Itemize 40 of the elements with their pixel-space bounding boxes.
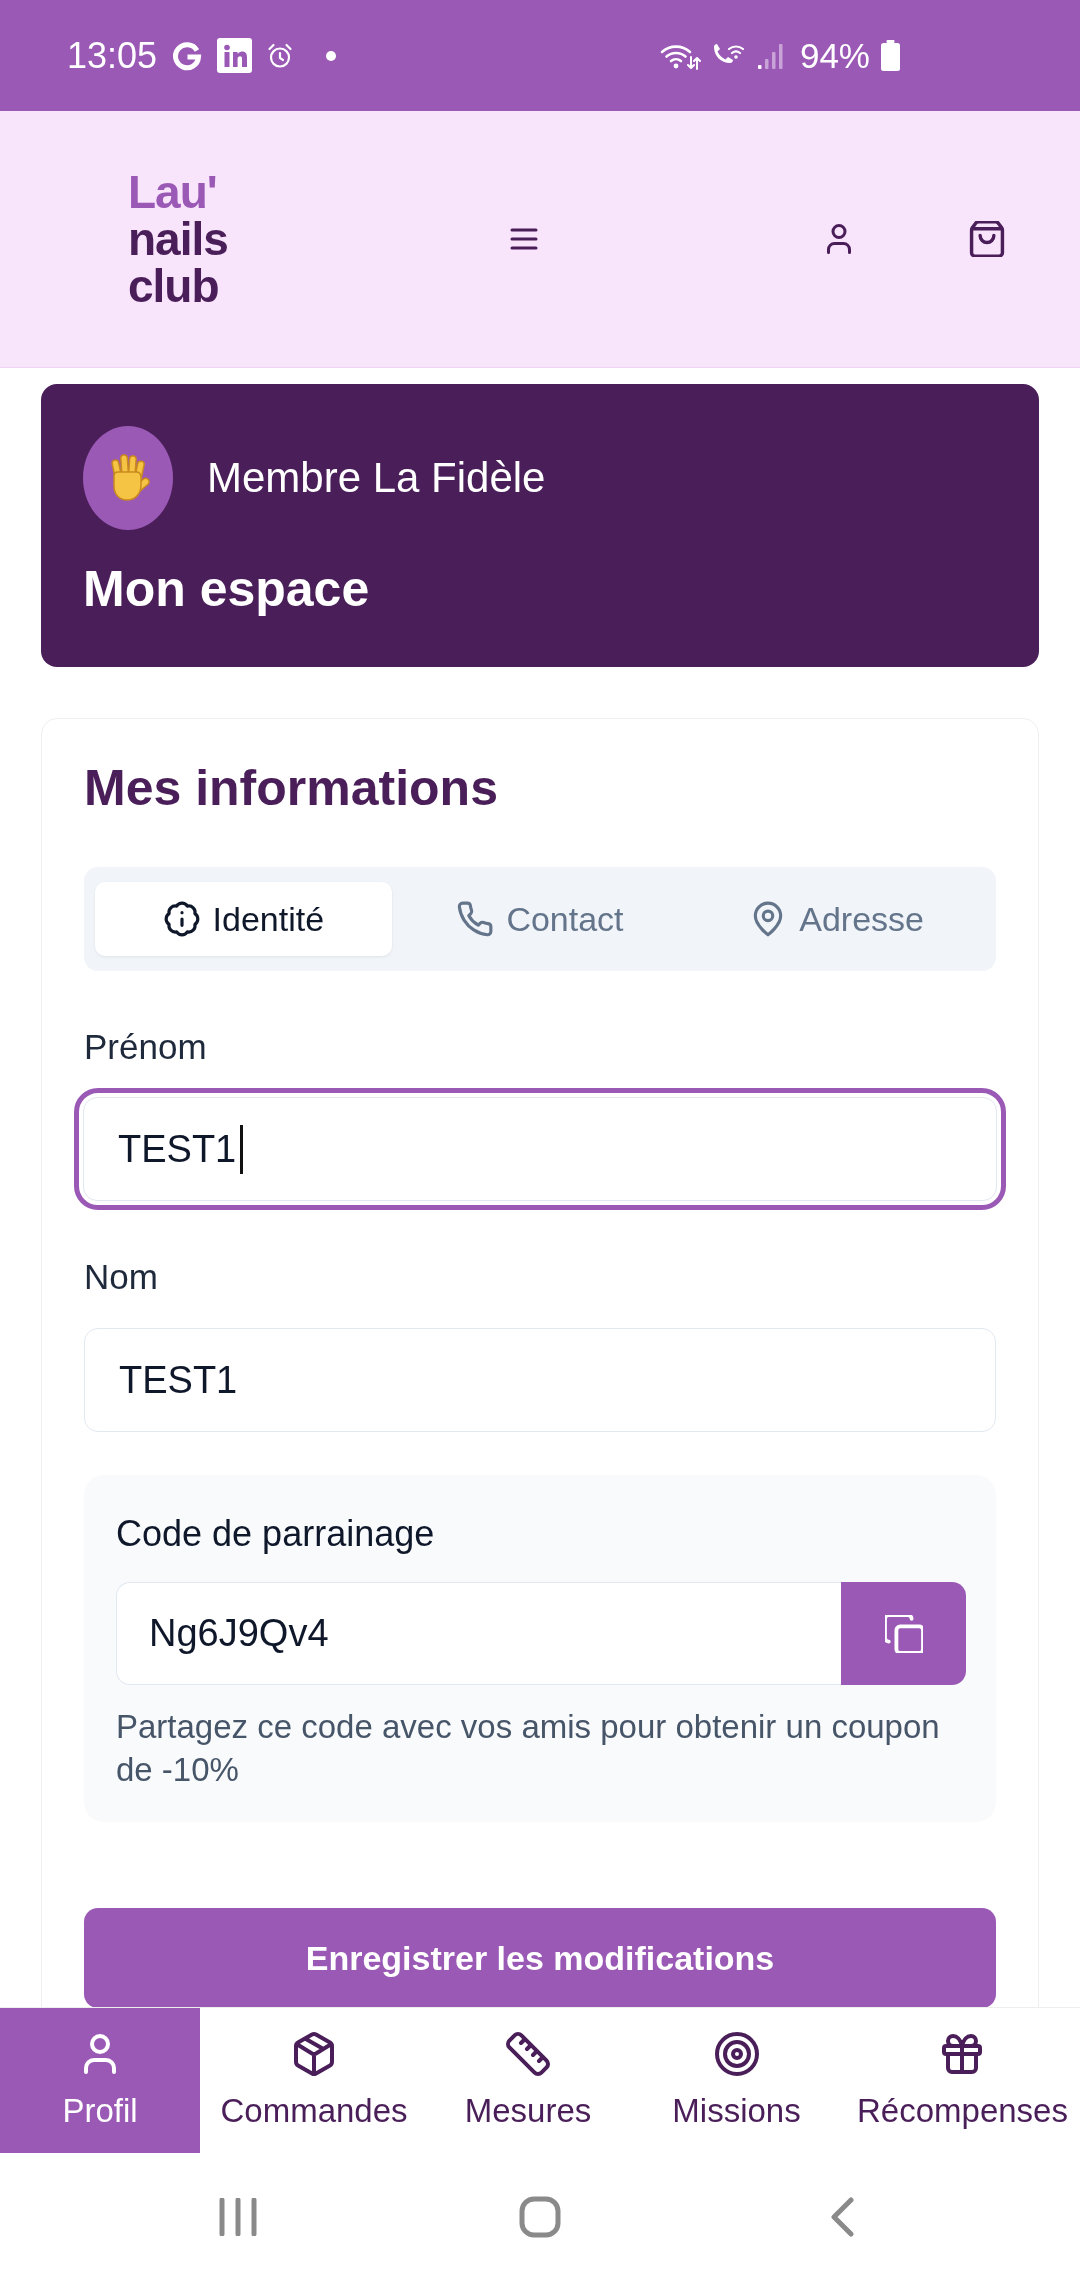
- bottom-nav-item[interactable]: Commandes: [208, 2008, 420, 2153]
- input-field[interactable]: TEST1: [74, 1088, 1006, 1210]
- recent-apps-icon[interactable]: [219, 2197, 257, 2236]
- bottom-nav-item[interactable]: Missions: [636, 2008, 837, 2153]
- back-icon[interactable]: [830, 2196, 854, 2237]
- in-logo-icon: [217, 38, 253, 73]
- signal-icon: [756, 41, 784, 70]
- page-title: Mon espace: [83, 560, 371, 619]
- save-button[interactable]: Enregistrer les modifications: [84, 1908, 996, 2007]
- field-label: Code de parrainage: [116, 1513, 436, 1555]
- g-logo-icon: [172, 40, 203, 71]
- ruler-icon: [504, 2030, 553, 2078]
- referral-code-field[interactable]: Ng6J9Qv4: [116, 1582, 841, 1685]
- bottom-nav-item[interactable]: Récompenses: [845, 2008, 1080, 2153]
- section-title: Mes informations: [84, 759, 499, 818]
- help-text: Partagez ce code avec vos amis pour obtenir un coupon de -10%: [116, 1707, 941, 1790]
- raised-hand-icon: [83, 426, 173, 530]
- input-field[interactable]: TEST1: [84, 1328, 996, 1432]
- battery-percent: 94%: [799, 35, 870, 76]
- shopping-bag-icon[interactable]: [969, 221, 1005, 257]
- section-tab[interactable]: Contact: [391, 882, 689, 956]
- bottom-nav-item[interactable]: Mesures: [428, 2008, 629, 2153]
- status-time: 13:05: [67, 35, 158, 76]
- field-label: Prénom: [84, 1026, 208, 1068]
- section-tab[interactable]: Adresse: [688, 882, 985, 956]
- copy-icon: [884, 1614, 923, 1653]
- copy-button[interactable]: [841, 1582, 966, 1685]
- info-icon: [162, 900, 201, 938]
- field-label: Nom: [84, 1256, 159, 1298]
- membership-level: Membre La Fidèle: [207, 453, 546, 503]
- battery-icon: [880, 39, 901, 72]
- bottom-nav-item[interactable]: Profil: [0, 2008, 200, 2153]
- text-cursor-icon: [240, 1124, 243, 1174]
- notification-dot-icon: [326, 50, 337, 61]
- phone-icon: [456, 900, 495, 938]
- alarm-clock-icon: [267, 42, 294, 69]
- brand-logo[interactable]: Lau' nails club: [128, 168, 228, 310]
- target-icon: [712, 2030, 761, 2078]
- home-icon[interactable]: [519, 2195, 561, 2238]
- section-tab[interactable]: Identité: [95, 882, 392, 956]
